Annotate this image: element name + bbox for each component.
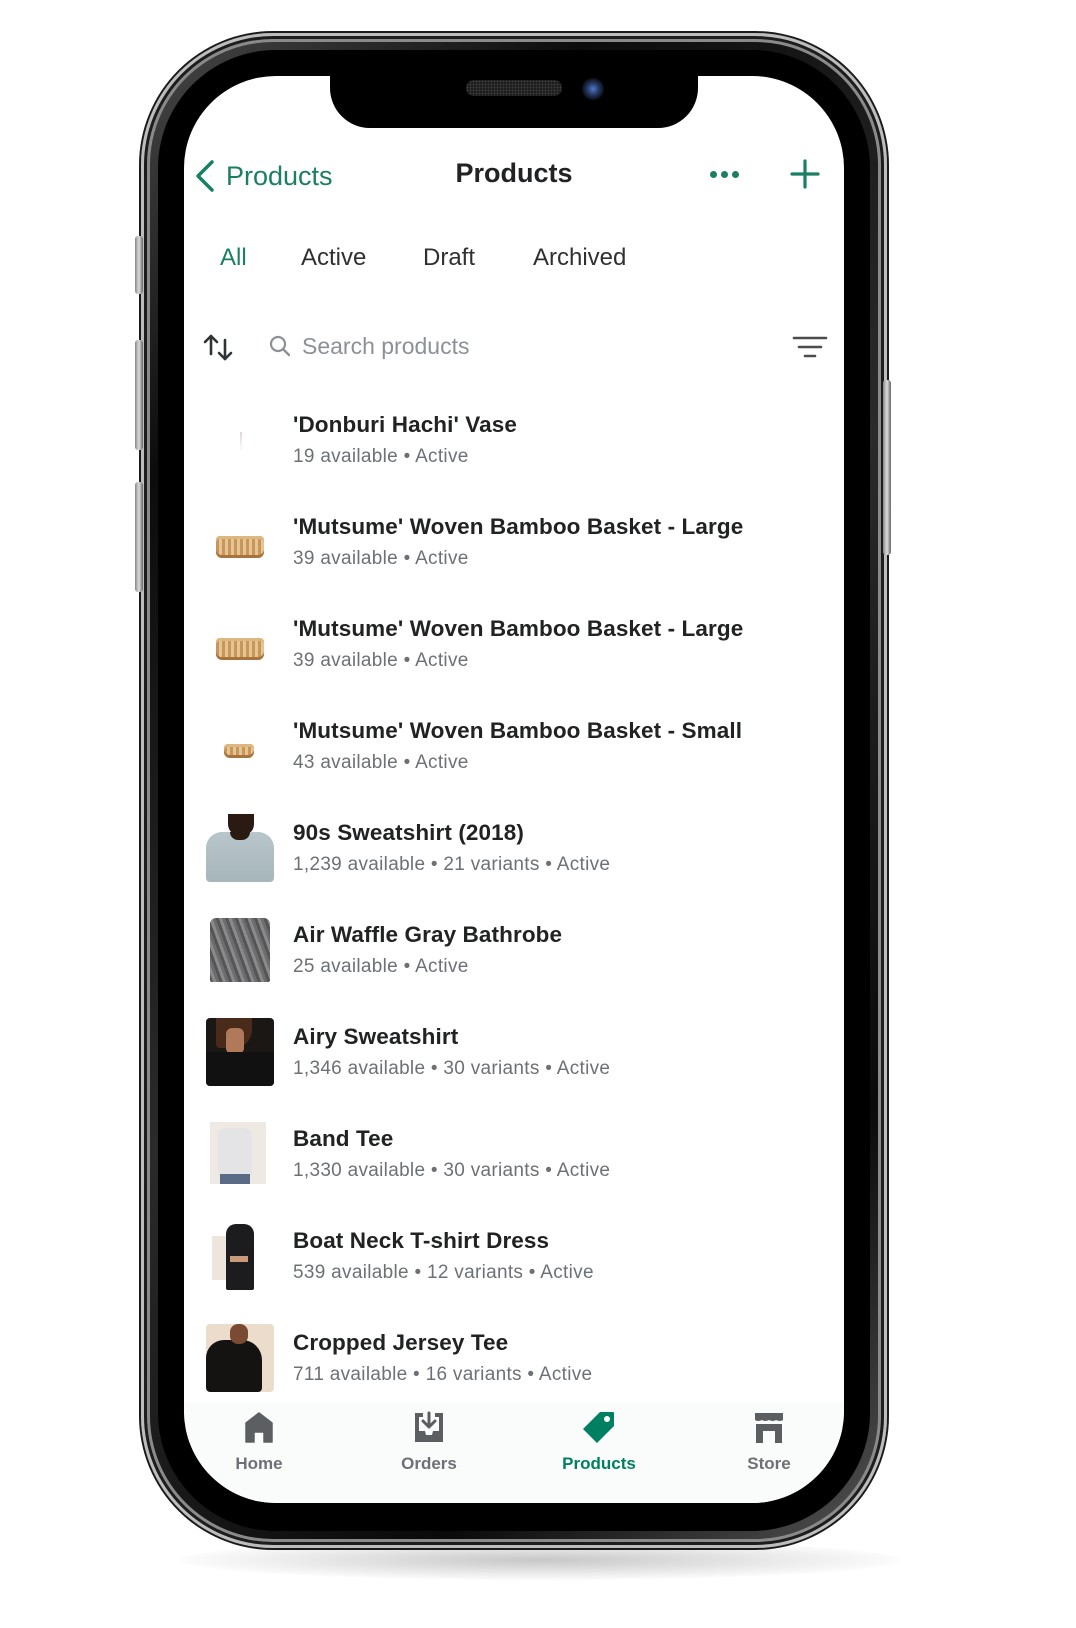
product-meta: 19 available • Active [293, 446, 469, 467]
product-row[interactable]: Band Tee 1,330 available • 30 variants •… [184, 1114, 844, 1216]
home-icon [245, 1412, 273, 1443]
volume-down-button [135, 482, 143, 592]
product-meta: 711 available • 16 variants • Active [293, 1364, 593, 1385]
search-field[interactable] [268, 326, 728, 366]
sort-button[interactable] [202, 332, 236, 362]
tab-draft[interactable]: Draft [423, 244, 475, 272]
product-name: Band Tee [293, 1126, 394, 1151]
app-screen: Products Products All Active Draft Archi… [184, 76, 844, 1503]
product-thumbnail [206, 508, 274, 576]
status-tabs: All Active Draft Archived [184, 244, 844, 288]
product-row[interactable]: 'Mutsume' Woven Bamboo Basket - Large 39… [184, 502, 844, 604]
product-meta: 1,346 available • 30 variants • Active [293, 1058, 611, 1079]
more-actions-button[interactable] [704, 162, 744, 186]
product-name: Air Waffle Gray Bathrobe [293, 922, 563, 947]
product-thumbnail [206, 406, 274, 474]
tee-image [218, 1128, 252, 1176]
product-thumbnail [206, 610, 274, 678]
sweatshirt-image [206, 1052, 274, 1086]
product-thumbnail [206, 916, 274, 984]
search-input[interactable] [302, 332, 702, 360]
product-thumbnail [206, 1222, 274, 1290]
volume-up-button [135, 340, 143, 450]
tab-archived[interactable]: Archived [533, 244, 626, 272]
product-name: Cropped Jersey Tee [293, 1330, 509, 1355]
tabbar-label: Orders [401, 1454, 457, 1473]
product-name: 'Mutsume' Woven Bamboo Basket - Small [293, 718, 743, 743]
bottom-tab-bar: Home Orders Products Store [184, 1402, 844, 1503]
filter-button[interactable] [792, 334, 828, 360]
jeans [220, 1174, 250, 1184]
add-product-button[interactable] [787, 156, 823, 192]
model-face [226, 1028, 244, 1054]
back-button[interactable]: Products [194, 156, 333, 196]
product-thumbnail [206, 1324, 274, 1392]
store-icon [755, 1413, 783, 1443]
tab-active[interactable]: Active [301, 244, 366, 272]
search-icon [269, 335, 291, 357]
tee-image [206, 1340, 262, 1392]
search-row [184, 326, 844, 366]
product-thumbnail [206, 814, 274, 882]
product-thumbnail [206, 1018, 274, 1086]
power-button [883, 380, 891, 555]
more-dots-icon [709, 170, 717, 178]
notch [330, 76, 698, 128]
model-arm [230, 1256, 248, 1262]
filter-lines-icon [792, 336, 828, 358]
back-label: Products [226, 160, 333, 191]
product-row[interactable]: Air Waffle Gray Bathrobe 25 available • … [184, 910, 844, 1012]
product-row[interactable]: 90s Sweatshirt (2018) 1,239 available • … [184, 808, 844, 910]
product-list: 'Donburi Hachi' Vase 19 available • Acti… [184, 400, 844, 1420]
tabbar-label: Home [235, 1454, 283, 1473]
orders-inbox-icon [415, 1411, 443, 1442]
front-camera [582, 78, 604, 100]
product-name: Airy Sweatshirt [293, 1024, 459, 1049]
more-dots-icon [720, 170, 728, 178]
basket-image [224, 744, 254, 758]
more-dots-icon [731, 170, 739, 178]
tag-icon [583, 1412, 614, 1443]
tabbar-store[interactable]: Store [694, 1410, 844, 1490]
tabbar-orders[interactable]: Orders [354, 1410, 504, 1490]
product-thumbnail [206, 1120, 274, 1188]
tabbar-label: Store [747, 1454, 791, 1473]
basket-image [216, 536, 264, 558]
basket-image [216, 638, 264, 660]
tabbar-label: Products [562, 1454, 636, 1473]
product-row[interactable]: 'Mutsume' Woven Bamboo Basket - Small 43… [184, 706, 844, 808]
tab-all[interactable]: All [220, 244, 247, 272]
product-row[interactable]: Airy Sweatshirt 1,346 available • 30 var… [184, 1012, 844, 1114]
product-name: 'Mutsume' Woven Bamboo Basket - Large [293, 514, 744, 539]
product-thumbnail [206, 712, 274, 780]
product-meta: 43 available • Active [293, 752, 469, 773]
silent-switch [135, 236, 143, 294]
product-name: 'Donburi Hachi' Vase [293, 412, 518, 437]
product-meta: 39 available • Active [293, 548, 469, 569]
product-meta: 539 available • 12 variants • Active [293, 1262, 594, 1283]
bathrobe-image [210, 918, 270, 982]
product-name: 90s Sweatshirt (2018) [293, 820, 524, 845]
model-head [230, 1324, 248, 1344]
plus-icon [790, 159, 820, 189]
product-row[interactable]: 'Donburi Hachi' Vase 19 available • Acti… [184, 400, 844, 502]
speaker-grille [466, 80, 562, 96]
product-meta: 1,330 available • 30 variants • Active [293, 1160, 611, 1181]
chevron-left-icon [196, 160, 214, 192]
tabbar-products[interactable]: Products [524, 1410, 674, 1490]
product-meta: 25 available • Active [293, 956, 469, 977]
product-meta: 1,239 available • 21 variants • Active [293, 854, 611, 875]
product-meta: 39 available • Active [293, 650, 469, 671]
tabbar-home[interactable]: Home [184, 1410, 334, 1490]
sort-arrows-icon [203, 334, 233, 361]
product-row[interactable]: Boat Neck T-shirt Dress 539 available • … [184, 1216, 844, 1318]
product-name: Boat Neck T-shirt Dress [293, 1228, 550, 1253]
product-row[interactable]: 'Mutsume' Woven Bamboo Basket - Large 39… [184, 604, 844, 706]
product-name: 'Mutsume' Woven Bamboo Basket - Large [293, 616, 744, 641]
navigation-bar: Products Products [184, 146, 844, 204]
